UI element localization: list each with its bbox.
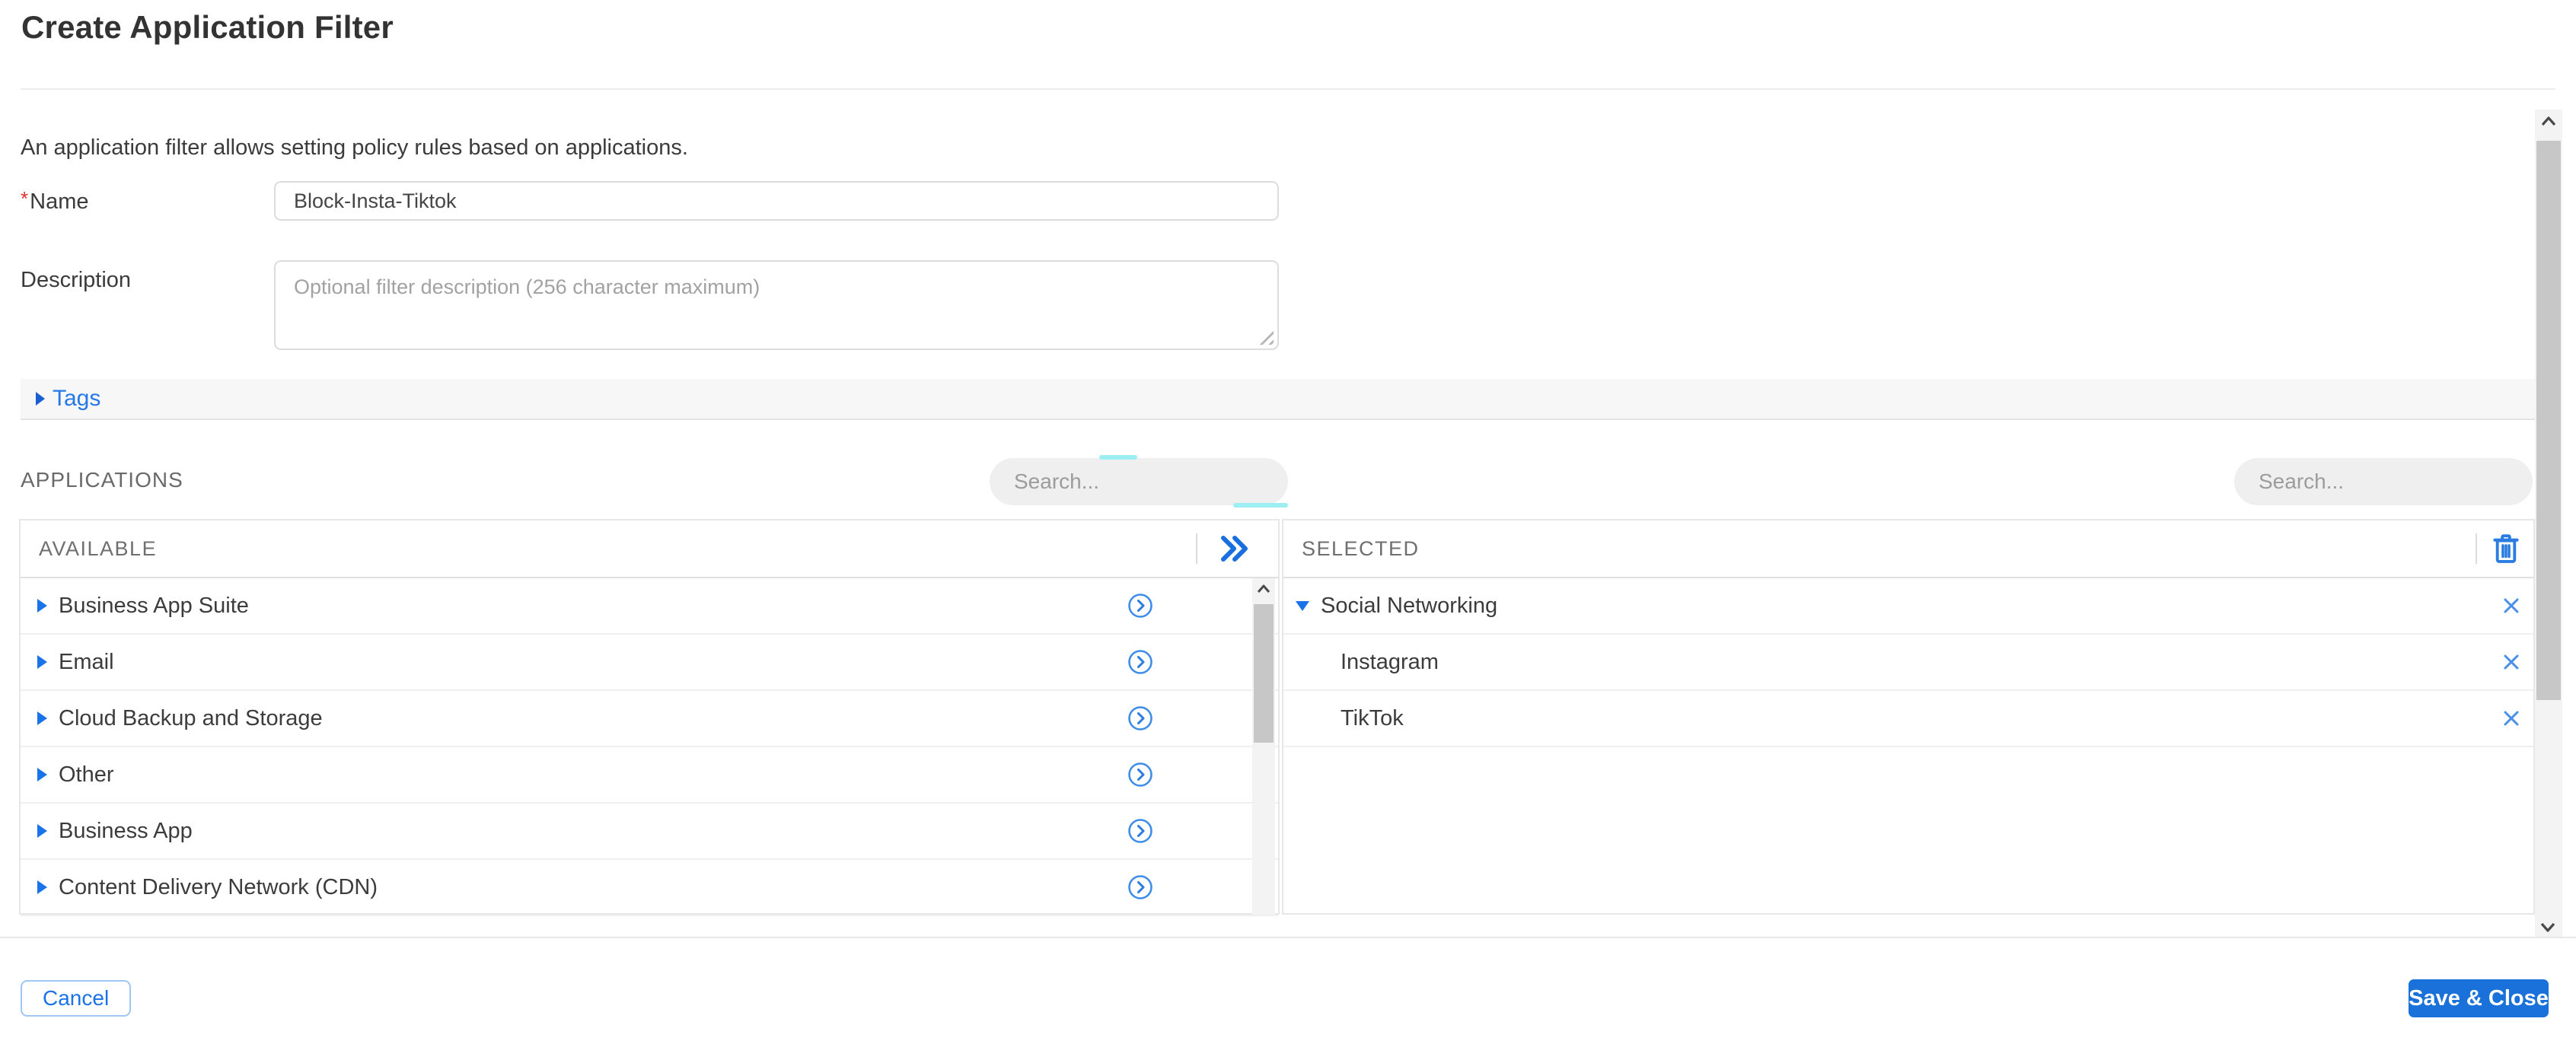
selected-panel: SELECTED Social Networking Instagram Tik…	[1282, 519, 2535, 915]
cancel-button-label: Cancel	[43, 986, 110, 1010]
available-category-label: Email	[59, 649, 114, 674]
remove-icon[interactable]	[2500, 651, 2523, 673]
available-list: Business App Suite Email Cloud Backup an…	[21, 578, 1278, 916]
available-list-scrollbar[interactable]	[1252, 578, 1275, 915]
selected-search-input[interactable]: Search...	[2234, 458, 2533, 505]
scroll-up-icon[interactable]	[1255, 581, 1272, 597]
intro-text: An application filter allows setting pol…	[21, 135, 688, 160]
title-divider	[21, 88, 2555, 90]
available-category-row[interactable]: Content Delivery Network (CDN)	[21, 860, 1278, 916]
selected-list: Social Networking Instagram TikTok	[1283, 578, 2533, 747]
expand-arrow-icon[interactable]	[37, 655, 47, 669]
name-input[interactable]: Block-Insta-Tiktok	[274, 181, 1279, 221]
page-title: Create Application Filter	[21, 9, 394, 45]
scrollbar-thumb[interactable]	[1254, 604, 1274, 743]
selected-panel-header: SELECTED	[1283, 520, 2533, 578]
move-to-selected-icon[interactable]	[1127, 593, 1153, 619]
available-search-placeholder: Search...	[1014, 469, 1100, 493]
available-category-label: Business App	[59, 818, 193, 843]
available-panel: AVAILABLE Business App Suite Email Cloud…	[19, 519, 1280, 916]
scroll-up-icon[interactable]	[2539, 113, 2558, 131]
available-category-row[interactable]: Business App	[21, 804, 1278, 860]
scroll-down-icon[interactable]	[2538, 918, 2558, 936]
header-separator	[1196, 533, 1197, 564]
selected-search-placeholder: Search...	[2259, 469, 2345, 493]
available-category-label: Content Delivery Network (CDN)	[59, 874, 378, 899]
expand-arrow-icon[interactable]	[37, 824, 47, 838]
available-panel-header: AVAILABLE	[21, 520, 1278, 578]
available-search-input[interactable]: Search...	[990, 458, 1288, 505]
tags-expander[interactable]: Tags	[21, 379, 2535, 420]
move-to-selected-icon[interactable]	[1127, 818, 1153, 844]
double-chevron-right-icon[interactable]	[1214, 532, 1254, 565]
required-marker: *	[21, 187, 29, 210]
expand-arrow-icon[interactable]	[37, 768, 47, 781]
focus-highlight-mark	[1233, 503, 1288, 508]
available-header-label: AVAILABLE	[39, 536, 158, 560]
scrollbar-thumb[interactable]	[2536, 141, 2561, 700]
expand-arrow-icon[interactable]	[37, 599, 47, 613]
available-category-row[interactable]: Other	[21, 747, 1278, 804]
available-category-label: Business App Suite	[59, 593, 249, 618]
selected-app-row[interactable]: TikTok	[1283, 691, 2533, 747]
available-category-row[interactable]: Cloud Backup and Storage	[21, 691, 1278, 747]
expand-arrow-icon	[36, 392, 45, 406]
selected-group-row[interactable]: Social Networking	[1283, 578, 2533, 635]
move-to-selected-icon[interactable]	[1127, 705, 1153, 731]
available-category-label: Other	[59, 762, 114, 787]
resize-handle-icon[interactable]	[1255, 326, 1274, 345]
available-category-label: Cloud Backup and Storage	[59, 705, 323, 730]
name-label: *Name	[21, 187, 89, 214]
tags-label: Tags	[53, 386, 101, 411]
cancel-button[interactable]: Cancel	[21, 980, 132, 1017]
selected-group-label: Social Networking	[1321, 593, 1498, 618]
description-placeholder: Optional filter description (256 charact…	[294, 275, 760, 298]
expand-arrow-icon[interactable]	[37, 880, 47, 894]
collapse-arrow-icon[interactable]	[1296, 600, 1309, 611]
save-button-label: Save & Close	[2409, 985, 2549, 1011]
available-category-row[interactable]: Business App Suite	[21, 578, 1278, 635]
available-category-row[interactable]: Email	[21, 635, 1278, 691]
header-separator	[2476, 533, 2477, 564]
create-application-filter-dialog: Create Application Filter An application…	[0, 0, 2576, 1044]
save-and-close-button[interactable]: Save & Close	[2409, 979, 2549, 1017]
move-to-selected-icon[interactable]	[1127, 762, 1153, 788]
remove-icon[interactable]	[2500, 594, 2523, 617]
selected-header-label: SELECTED	[1302, 536, 1420, 560]
selected-app-label: TikTok	[1341, 705, 1404, 730]
name-input-value: Block-Insta-Tiktok	[294, 189, 457, 212]
applications-section-label: APPLICATIONS	[21, 468, 183, 492]
footer-divider	[0, 937, 2576, 938]
trash-icon[interactable]	[2491, 533, 2521, 565]
move-to-selected-icon[interactable]	[1127, 874, 1153, 900]
move-to-selected-icon[interactable]	[1127, 649, 1153, 675]
selected-app-row[interactable]: Instagram	[1283, 635, 2533, 691]
description-textarea[interactable]: Optional filter description (256 charact…	[274, 260, 1279, 350]
selected-app-label: Instagram	[1341, 649, 1439, 674]
expand-arrow-icon[interactable]	[37, 711, 47, 725]
page-scrollbar[interactable]	[2535, 110, 2562, 937]
remove-icon[interactable]	[2500, 707, 2523, 730]
description-label: Description	[21, 268, 132, 292]
focus-highlight-mark	[1099, 455, 1137, 460]
